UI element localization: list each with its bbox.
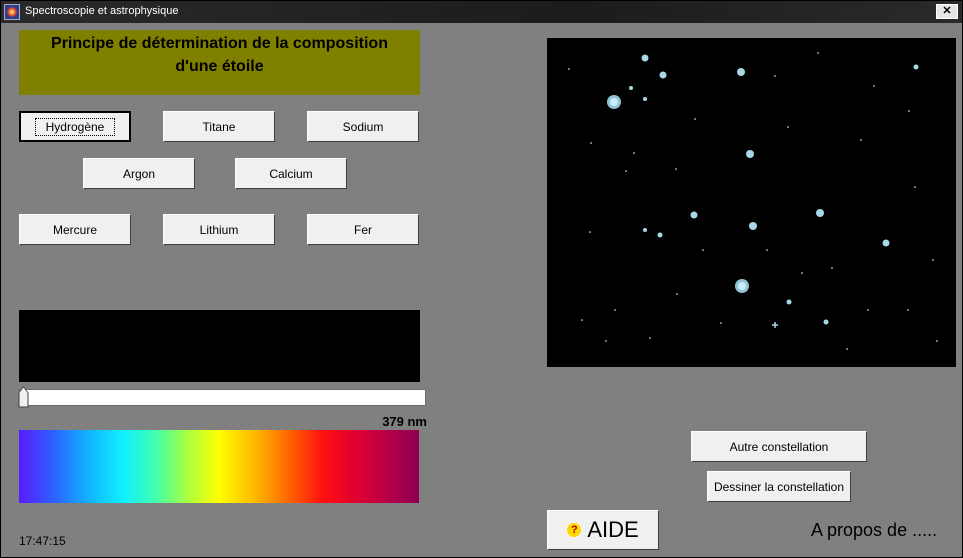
calcium-button[interactable]: Calcium [235, 158, 347, 189]
star [817, 52, 819, 54]
star [738, 282, 746, 290]
star [860, 139, 862, 141]
star [846, 348, 848, 350]
headline-line-1: Principe de détermination de la composit… [51, 35, 388, 52]
visible-spectrum-bar [19, 430, 419, 503]
sodium-button[interactable]: Sodium [307, 111, 419, 142]
help-button-label: AIDE [587, 517, 639, 542]
clock: 17:47:15 [19, 534, 66, 548]
hydrogene-button[interactable]: Hydrogène [19, 111, 131, 142]
star [589, 231, 591, 233]
star [914, 186, 916, 188]
window-title: Spectroscopie et astrophysique [25, 5, 179, 17]
lithium-button-label: Lithium [199, 222, 239, 237]
star [746, 150, 754, 158]
star [774, 75, 776, 77]
star [737, 68, 745, 76]
close-button[interactable]: ✕ [936, 4, 958, 19]
star [932, 259, 934, 261]
title-bar[interactable]: Spectroscopie et astrophysique ✕ [1, 1, 962, 23]
argon-button-label: Argon [122, 166, 156, 181]
star [772, 322, 778, 328]
draw-constellation-label: Dessiner la constellation [713, 479, 845, 494]
other-constellation-button[interactable]: Autre constellation [691, 431, 867, 462]
star [629, 86, 633, 90]
lithium-button[interactable]: Lithium [163, 214, 275, 245]
star [643, 228, 647, 232]
star [641, 54, 649, 62]
star [816, 209, 824, 217]
star [908, 110, 910, 112]
star [581, 319, 583, 321]
star [694, 118, 696, 120]
star [882, 239, 890, 247]
star [801, 272, 803, 274]
star [936, 340, 938, 342]
star [568, 68, 570, 70]
star [831, 267, 833, 269]
slider-thumb[interactable] [18, 386, 29, 408]
sodium-button-label: Sodium [342, 119, 384, 134]
star [786, 299, 792, 305]
star [787, 126, 789, 128]
star [675, 168, 677, 170]
star [643, 97, 647, 101]
fer-button[interactable]: Fer [307, 214, 419, 245]
star [614, 309, 616, 311]
star [823, 319, 829, 325]
argon-button[interactable]: Argon [83, 158, 195, 189]
wavelength-readout: 379 nm [382, 414, 427, 429]
headline-line-2: d'une étoile [175, 58, 264, 75]
star [659, 71, 667, 79]
star [605, 340, 607, 342]
app-window: Spectroscopie et astrophysique ✕ Princip… [0, 0, 963, 558]
mercure-button[interactable]: Mercure [19, 214, 131, 245]
star [873, 85, 875, 87]
fer-button-label: Fer [354, 222, 372, 237]
star [702, 249, 704, 251]
star [633, 152, 635, 154]
emission-spectrum-display [19, 310, 420, 382]
star [625, 170, 627, 172]
star [610, 98, 618, 106]
titane-button-label: Titane [202, 119, 236, 134]
star [749, 222, 757, 230]
page-headline: Principe de détermination de la composit… [19, 30, 420, 95]
star [657, 232, 663, 238]
calcium-button-label: Calcium [269, 166, 313, 181]
hydrogene-button-label: Hydrogène [34, 117, 116, 136]
star [766, 249, 768, 251]
help-icon: ? [567, 523, 582, 537]
star [720, 322, 722, 324]
star [590, 142, 592, 144]
app-icon [4, 4, 20, 20]
about-link[interactable]: A propos de ..... [811, 520, 937, 541]
star-field [547, 38, 956, 367]
draw-constellation-button[interactable]: Dessiner la constellation [707, 471, 851, 502]
help-button[interactable]: ? AIDE [547, 510, 659, 550]
star [690, 211, 698, 219]
star [907, 309, 909, 311]
other-constellation-label: Autre constellation [729, 439, 829, 454]
titane-button[interactable]: Titane [163, 111, 275, 142]
star [913, 64, 919, 70]
star [676, 293, 678, 295]
wavelength-slider[interactable] [18, 386, 426, 408]
star [867, 309, 869, 311]
star [649, 337, 651, 339]
mercure-button-label: Mercure [52, 222, 97, 237]
